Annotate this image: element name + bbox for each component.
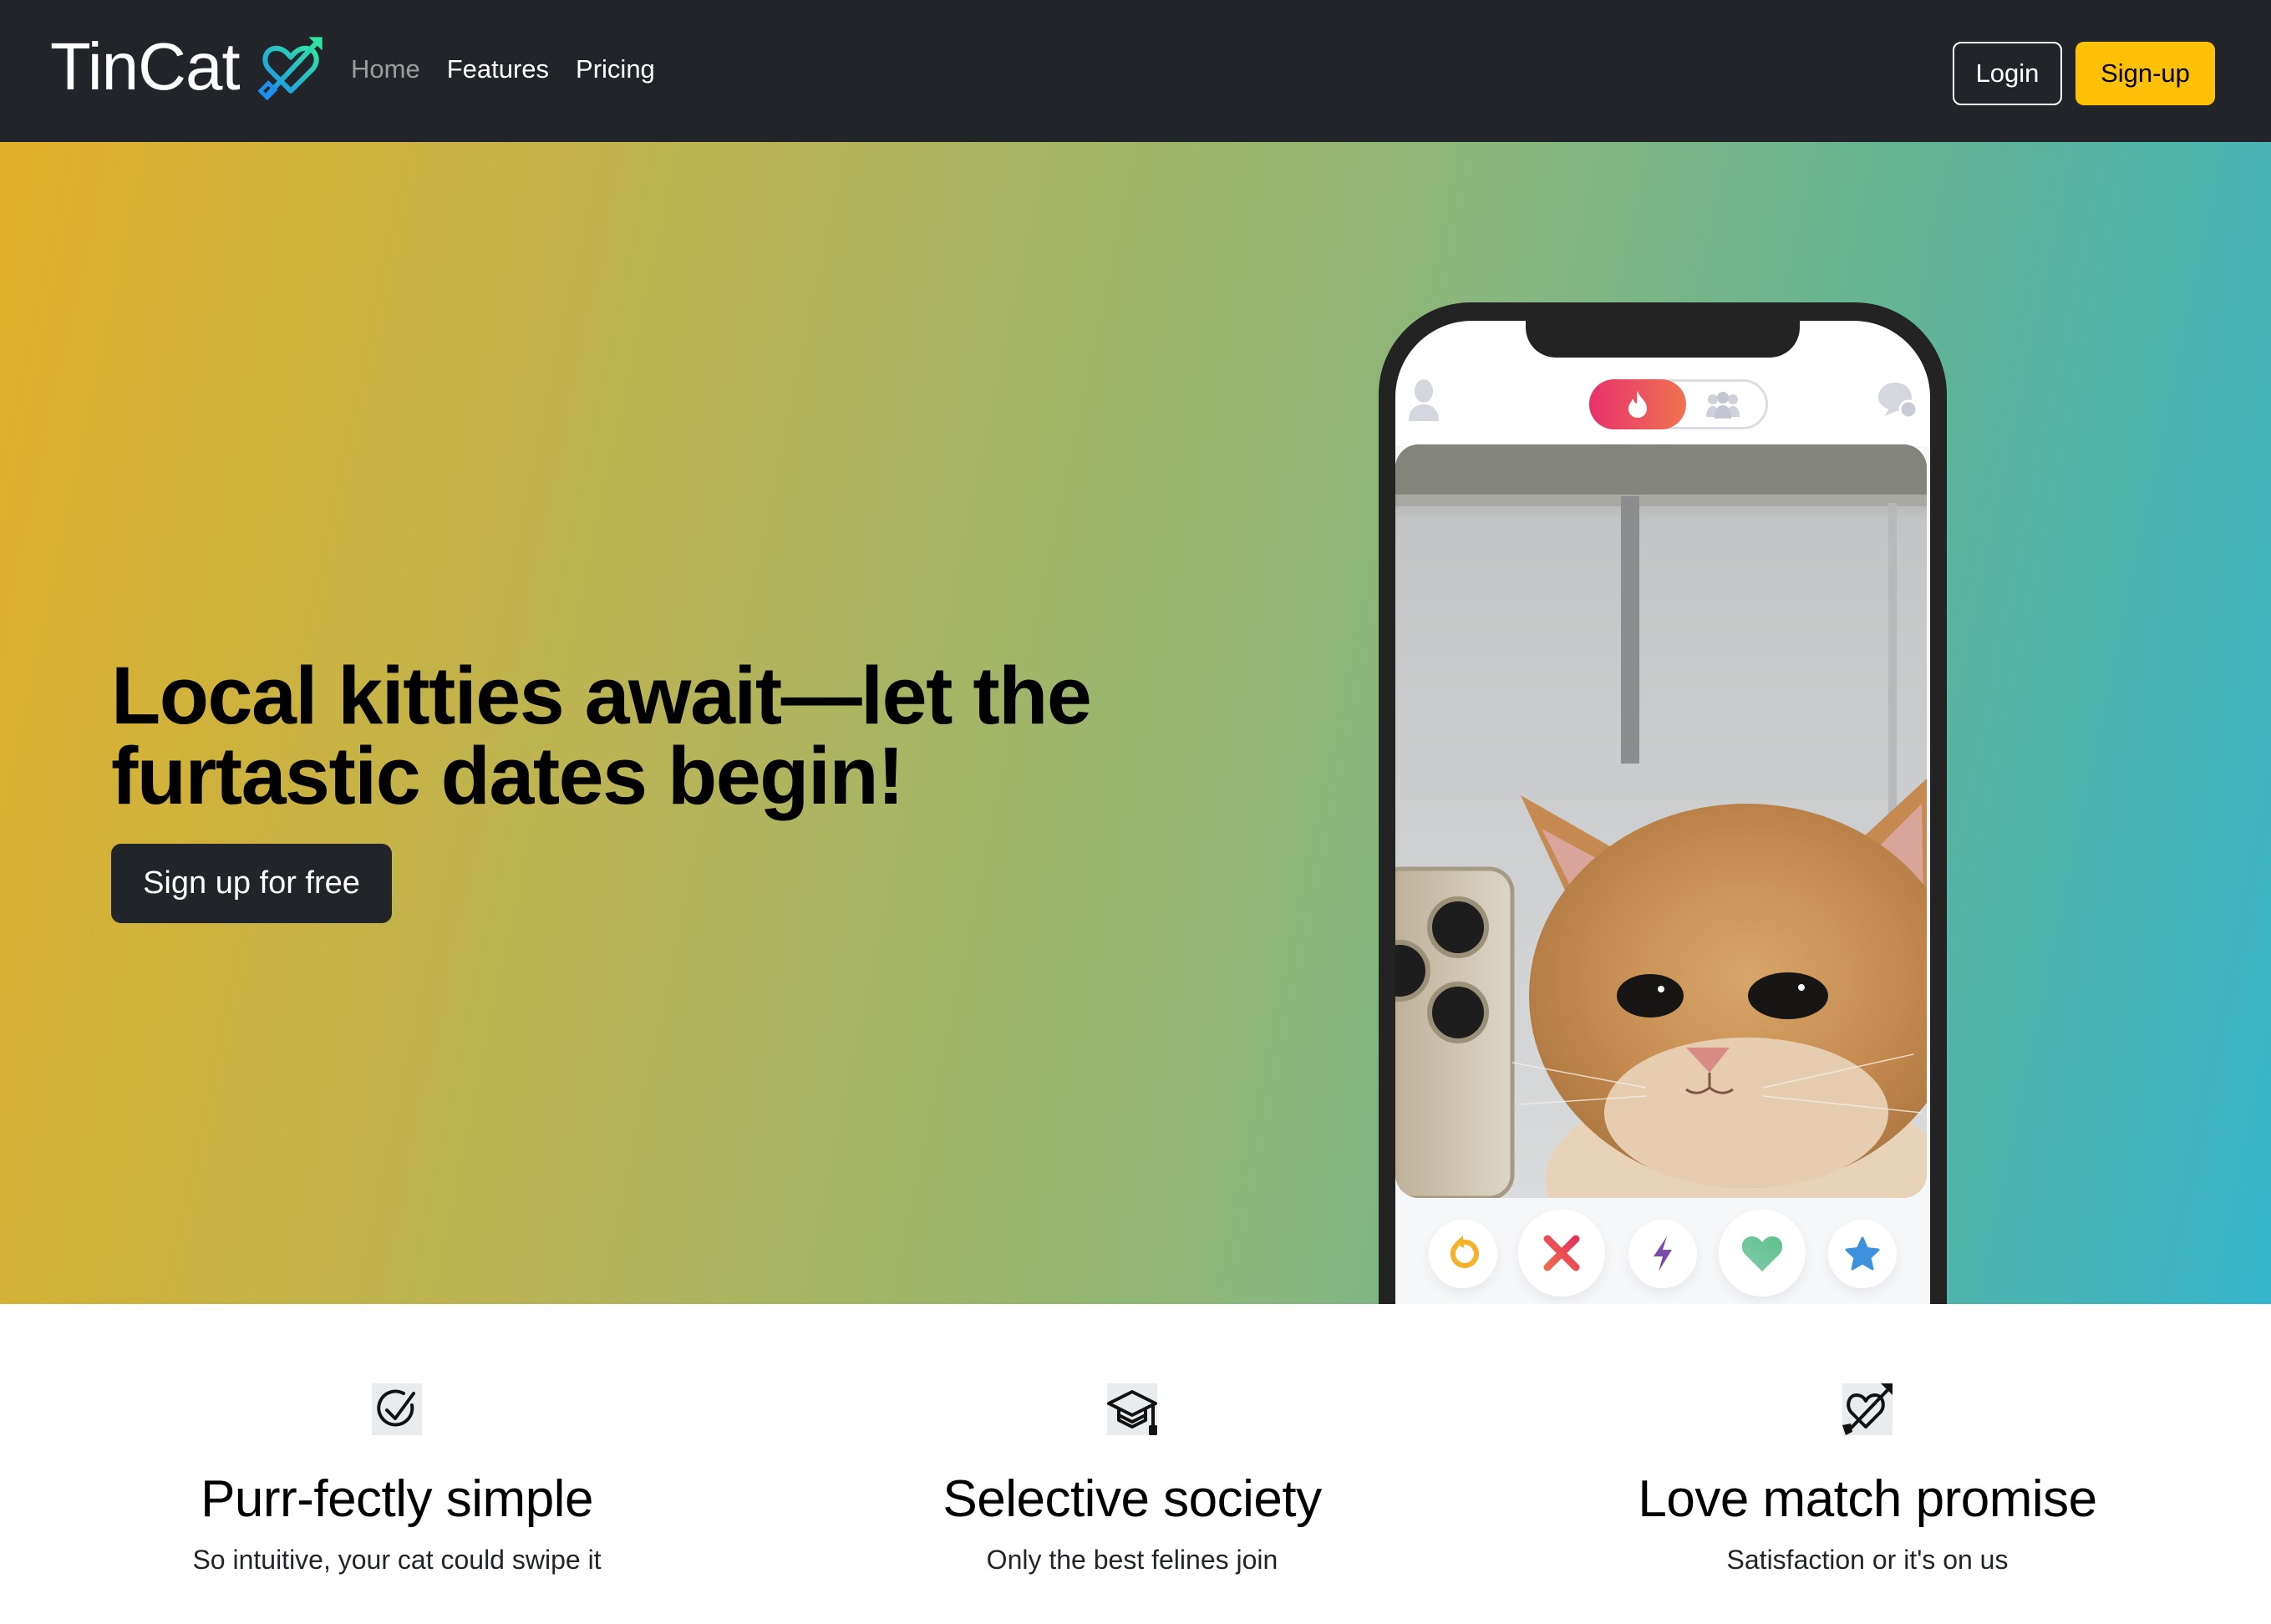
toggle-active-segment [1589, 379, 1686, 429]
feature-title: Selective society [942, 1470, 1322, 1528]
feature-card: Purr-fectly simple So intuitive, your ca… [38, 1383, 756, 1576]
mode-toggle[interactable] [1589, 379, 1768, 429]
hero-headline: Local kitties await—let the furtastic da… [111, 655, 1197, 816]
feature-title: Purr-fectly simple [201, 1470, 593, 1528]
phone-notch [1526, 321, 1800, 358]
login-button[interactable]: Login [1953, 42, 2062, 105]
feature-subtitle: Satisfaction or it's on us [1726, 1545, 2009, 1575]
hero-section: Local kitties await—let the furtastic da… [0, 142, 2271, 1304]
heart-arrow-icon [257, 37, 323, 101]
super-like-button[interactable] [1828, 1220, 1897, 1288]
signup-free-button[interactable]: Sign up for free [111, 844, 392, 923]
cat-profile-photo[interactable] [1395, 444, 1927, 1198]
nav-link-features[interactable]: Features [447, 50, 549, 89]
like-button[interactable] [1719, 1210, 1806, 1297]
hero-headline-line-2: furtastic dates begin! [111, 730, 904, 821]
brand-logo-link[interactable]: TinCat [50, 25, 327, 109]
hero-headline-line-1: Local kitties await—let the [111, 650, 1092, 741]
feature-card: Love match promise Satisfaction or it's … [1508, 1383, 2227, 1576]
brand-name: TinCat [50, 29, 241, 104]
group-icon [1706, 392, 1740, 419]
nope-x-icon [1543, 1235, 1580, 1271]
boost-button[interactable] [1628, 1220, 1697, 1288]
flame-icon [1628, 391, 1647, 418]
top-navbar: TinCat Home Features Pricing Login Sign-… [0, 0, 2271, 142]
nav-link-home[interactable]: Home [351, 50, 420, 89]
profile-icon [1409, 379, 1439, 421]
graduation-cap-icon [1107, 1383, 1157, 1435]
phone-screen [1395, 321, 1930, 1304]
rewind-button[interactable] [1429, 1220, 1497, 1288]
rewind-icon [1450, 1236, 1479, 1268]
phone-mockup [1379, 302, 1947, 1304]
kitten-selfie-image [1395, 444, 1927, 1198]
super-like-star-icon [1845, 1236, 1880, 1271]
feature-subtitle: Only the best felines join [986, 1545, 1278, 1575]
like-heart-icon [1741, 1236, 1783, 1271]
feature-card: Selective society Only the best felines … [773, 1383, 1491, 1576]
nope-button[interactable] [1518, 1210, 1605, 1297]
feature-subtitle: So intuitive, your cat could swipe it [192, 1545, 602, 1575]
feature-title: Love match promise [1638, 1470, 2097, 1528]
heart-arrow-icon [1842, 1383, 1892, 1435]
signup-button[interactable]: Sign-up [2075, 42, 2215, 105]
swipe-actions [1395, 1205, 1930, 1304]
boost-bolt-icon [1654, 1236, 1672, 1271]
chat-bubbles-icon [1878, 383, 1918, 419]
nav-link-pricing[interactable]: Pricing [576, 50, 655, 89]
check-circle-icon [372, 1383, 422, 1435]
nav-links: Home Features Pricing [351, 50, 655, 89]
